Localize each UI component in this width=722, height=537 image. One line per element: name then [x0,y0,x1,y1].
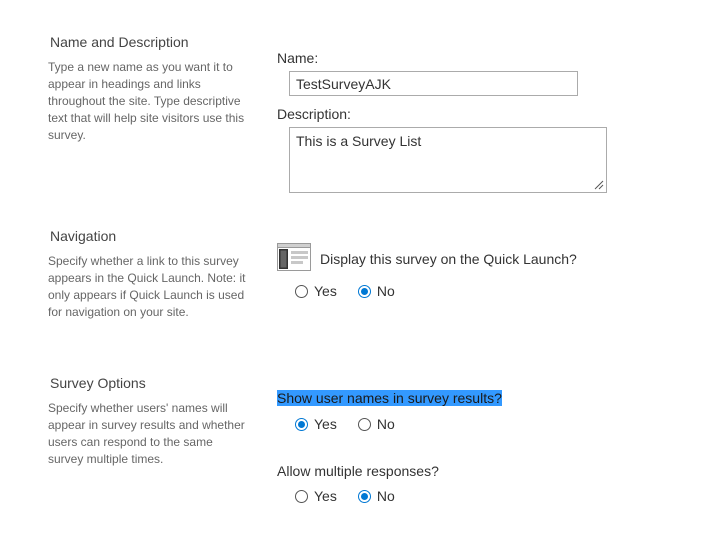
quick-launch-icon [277,243,311,271]
name-label: Name: [277,50,319,66]
show-names-yes-option[interactable]: Yes [295,416,337,432]
quick-launch-no-label: No [376,283,395,299]
description-textarea[interactable]: This is a Survey List [289,127,607,193]
multiple-responses-no-radio[interactable] [357,489,371,503]
multiple-responses-no-option[interactable]: No [357,488,395,504]
description-text: This is a Survey List [296,133,422,149]
show-names-yes-radio[interactable] [295,417,308,431]
survey-options-help: Specify whether users' names will appear… [48,401,245,466]
quick-launch-yes-label: Yes [314,283,337,299]
multiple-responses-yes-radio[interactable] [295,489,308,503]
multiple-responses-yes-label: Yes [314,488,337,504]
multiple-responses-yes-option[interactable]: Yes [295,488,337,504]
show-names-question: Show user names in survey results? [277,390,502,406]
quick-launch-no-option[interactable]: No [357,283,395,299]
survey-options-title: Survey Options [50,375,146,391]
show-names-no-label: No [376,416,395,432]
show-names-radio-group: Yes No [295,415,416,433]
show-names-question-text: Show user names in survey results? [277,390,502,406]
show-names-no-option[interactable]: No [357,416,395,432]
name-input[interactable] [289,71,578,96]
name-description-title: Name and Description [50,34,189,50]
navigation-help: Specify whether a link to this survey ap… [48,254,246,319]
resize-grip-icon[interactable] [593,179,604,190]
navigation-title: Navigation [50,228,117,244]
show-names-yes-label: Yes [314,416,337,432]
quick-launch-yes-radio[interactable] [295,284,308,298]
name-description-help: Type a new name as you want it to appear… [48,60,245,142]
multiple-responses-radio-group: Yes No [295,487,416,505]
show-names-no-radio[interactable] [357,417,371,431]
multiple-responses-no-label: No [376,488,395,504]
quick-launch-no-radio[interactable] [357,284,371,298]
quick-launch-radio-group: Yes No [295,282,416,300]
quick-launch-yes-option[interactable]: Yes [295,283,337,299]
multiple-responses-question: Allow multiple responses? [277,463,439,479]
description-label: Description: [277,106,351,122]
quick-launch-question: Display this survey on the Quick Launch? [320,251,577,267]
